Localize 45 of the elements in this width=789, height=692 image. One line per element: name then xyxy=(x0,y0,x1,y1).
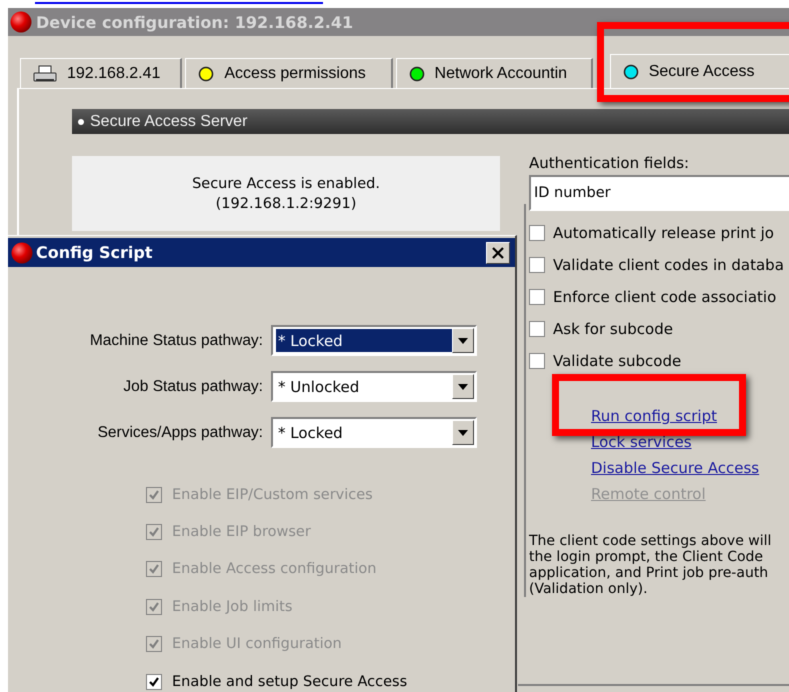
link[interactable]: Lock services xyxy=(591,433,692,451)
checkbox-label: Enable EIP browser xyxy=(172,524,311,540)
dialog-title: Config Script xyxy=(36,243,154,262)
checkbox-label: Enable and setup Secure Access xyxy=(172,674,408,690)
checkbox-label: Enforce client code associatio xyxy=(553,288,776,306)
status-text: Secure Access is enabled. (192.168.1.2:9291) xyxy=(72,156,500,231)
tab[interactable]: Network Accountin xyxy=(396,58,593,88)
tab[interactable]: 192.168.2.41 xyxy=(20,58,182,88)
checkbox[interactable] xyxy=(146,674,162,690)
app-logo xyxy=(11,242,33,264)
section-header: Secure Access Server xyxy=(72,109,789,134)
checkbox-label: Enable Access configuration xyxy=(172,561,376,578)
dropdown[interactable]: * Locked xyxy=(271,325,477,356)
field-label: Authentication fields: xyxy=(529,154,690,172)
field-label: Job Status pathway: xyxy=(122,378,263,396)
dropdown[interactable]: * Locked xyxy=(271,417,477,448)
link[interactable]: Run config script xyxy=(591,407,717,425)
checkbox[interactable] xyxy=(529,225,545,241)
checkbox[interactable] xyxy=(529,257,545,273)
checkbox-label: Enable UI configuration xyxy=(172,636,342,652)
checkbox-label: Automatically release print jo xyxy=(553,224,774,242)
field-label: Machine Status pathway: xyxy=(88,332,263,350)
caret-icon xyxy=(458,430,468,436)
checkbox-label: Enable Job limits xyxy=(172,598,292,615)
app-logo xyxy=(10,11,32,33)
checkbox-label: Validate client codes in databa xyxy=(553,256,784,274)
caret-icon xyxy=(458,384,468,390)
close-button[interactable] xyxy=(486,242,510,264)
window-title: Device configuration: 192.168.2.41 xyxy=(36,12,354,32)
printer-icon xyxy=(33,64,57,82)
checkbox-label: Enable EIP/Custom services xyxy=(172,486,373,503)
checkbox[interactable] xyxy=(529,353,545,369)
field-label: Services/Apps pathway: xyxy=(96,424,263,442)
tab[interactable]: Access permissions xyxy=(185,58,393,88)
tab[interactable]: Secure Access xyxy=(610,54,789,88)
link[interactable]: Disable Secure Access xyxy=(591,459,760,477)
checkbox[interactable] xyxy=(529,289,545,305)
close-icon xyxy=(492,246,504,258)
checkbox-label: Ask for subcode xyxy=(553,320,673,338)
input-field[interactable]: ID number xyxy=(529,175,789,211)
caret-icon xyxy=(458,338,468,344)
note-text: The client code settings above will the login prompt, the Client Code application, and Print job pre-auth (Validation only). xyxy=(529,533,772,597)
checkbox-label: Validate subcode xyxy=(553,352,682,370)
checkbox[interactable] xyxy=(529,321,545,337)
dropdown[interactable]: * Unlocked xyxy=(271,371,477,402)
